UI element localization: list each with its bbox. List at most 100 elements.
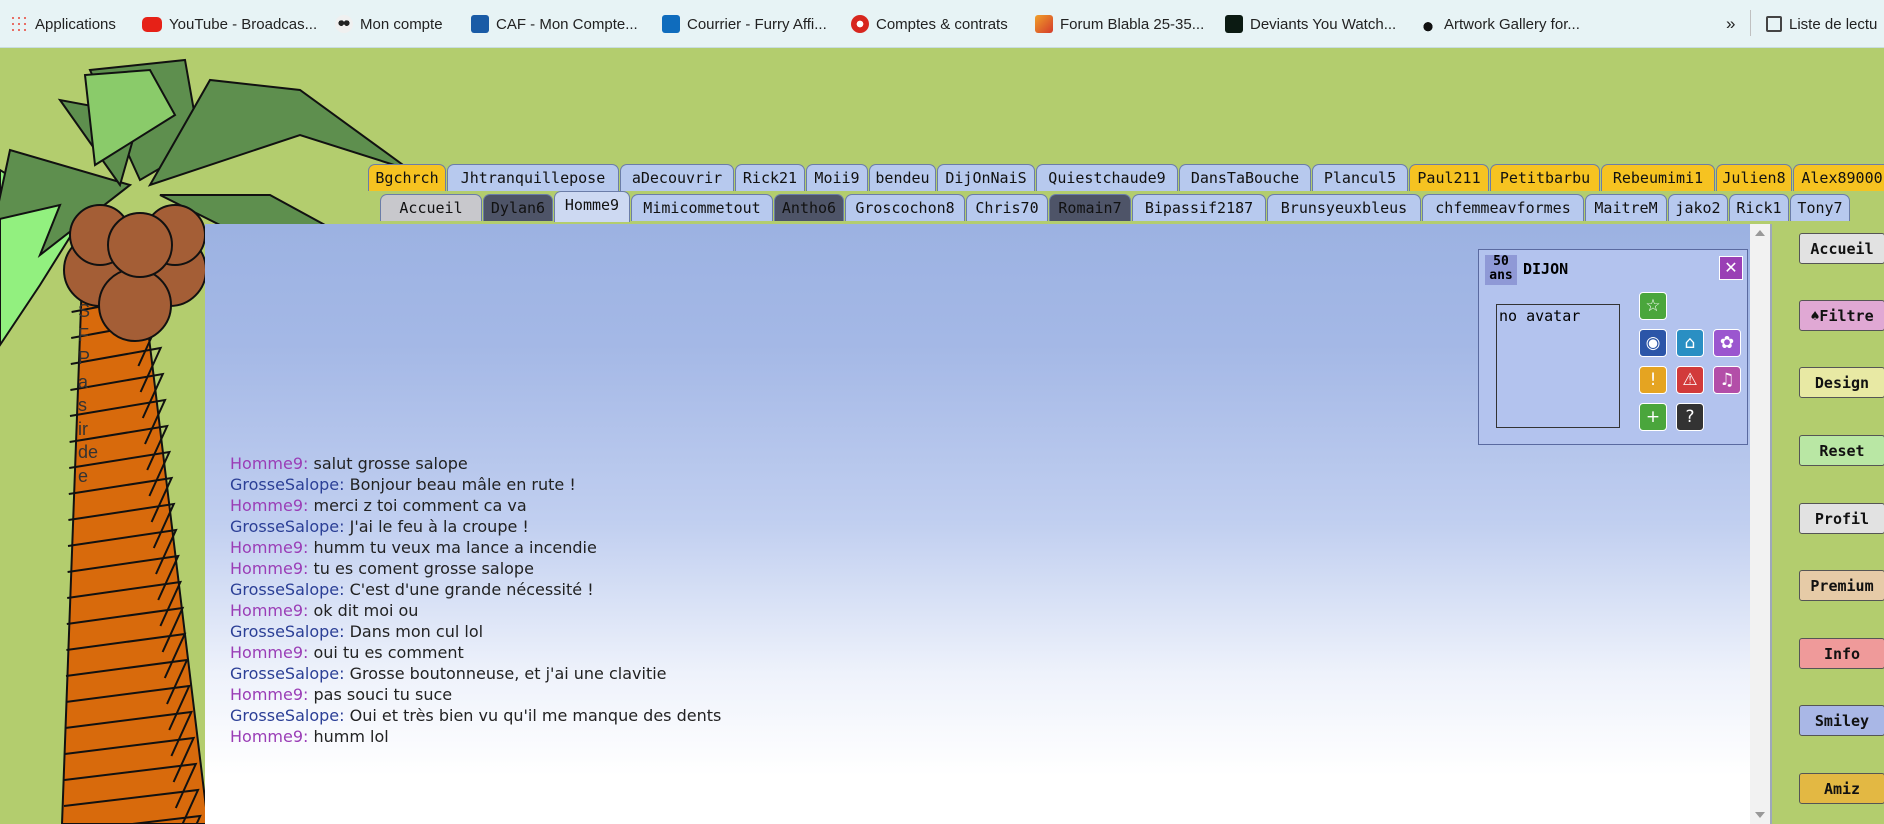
help-icon[interactable]: ? bbox=[1676, 403, 1704, 431]
tab-row2-12[interactable]: jako2 bbox=[1668, 194, 1728, 221]
contracts-icon bbox=[851, 15, 869, 33]
flower-icon[interactable]: ✿ bbox=[1713, 329, 1741, 357]
tab-row2-14[interactable]: Tony7 bbox=[1790, 194, 1850, 221]
tab-row1-9[interactable]: Plancul5 bbox=[1312, 164, 1408, 191]
tab-row2-2[interactable]: Homme9 bbox=[554, 191, 630, 222]
message-author[interactable]: Homme9: bbox=[230, 601, 308, 620]
message-author[interactable]: GrosseSalope: bbox=[230, 664, 345, 683]
sidebar-button-4[interactable]: Profil bbox=[1799, 503, 1884, 534]
warning-icon[interactable]: ⚠ bbox=[1676, 366, 1704, 394]
message-author[interactable]: Homme9: bbox=[230, 454, 308, 473]
sidebar-button-1[interactable]: ♠Filtre bbox=[1799, 300, 1884, 331]
add-friend-icon[interactable]: + bbox=[1639, 403, 1667, 431]
panda-icon bbox=[335, 15, 353, 33]
tab-row1-8[interactable]: DansTaBouche bbox=[1179, 164, 1311, 191]
sidebar-button-0[interactable]: Accueil bbox=[1799, 233, 1884, 264]
message-author[interactable]: GrosseSalope: bbox=[230, 517, 345, 536]
bookmarks-bar: Applications YouTube - Broadcas... Mon c… bbox=[0, 0, 1884, 48]
webcam-icon[interactable]: ◉ bbox=[1639, 329, 1667, 357]
message-author[interactable]: Homme9: bbox=[230, 643, 308, 662]
tab-row1-2[interactable]: aDecouvrir bbox=[620, 164, 734, 191]
bookmark-applications[interactable]: Applications bbox=[10, 12, 116, 36]
message-text: Bonjour beau mâle en rute ! bbox=[349, 475, 576, 494]
message-author[interactable]: Homme9: bbox=[230, 559, 308, 578]
tab-row2-5[interactable]: Groscochon8 bbox=[845, 194, 965, 221]
message-text: humm lol bbox=[313, 727, 389, 746]
tab-row1-10[interactable]: Paul211 bbox=[1409, 164, 1489, 191]
tab-row1-11[interactable]: Petitbarbu bbox=[1490, 164, 1600, 191]
tab-row2-9[interactable]: Brunsyeuxbleus bbox=[1267, 194, 1421, 221]
bookmarks-overflow-button[interactable]: » bbox=[1726, 12, 1735, 36]
tab-row1-13[interactable]: Julien8 bbox=[1716, 164, 1792, 191]
tab-row1-3[interactable]: Rick21 bbox=[735, 164, 805, 191]
tab-row1-0[interactable]: Bgchrch bbox=[368, 164, 446, 191]
message-author[interactable]: Homme9: bbox=[230, 685, 308, 704]
scroll-down-icon[interactable] bbox=[1755, 812, 1765, 818]
chat-scrollbar[interactable] bbox=[1750, 224, 1770, 824]
sidebar-button-8[interactable]: Amiz bbox=[1799, 773, 1884, 804]
chat-message: GrosseSalope: Oui et très bien vu qu'il … bbox=[230, 706, 721, 725]
bookmark-forum-blabla[interactable]: Forum Blabla 25-35... bbox=[1035, 12, 1204, 36]
tab-row1-4[interactable]: Moii9 bbox=[806, 164, 868, 191]
scroll-up-icon[interactable] bbox=[1755, 230, 1765, 236]
tab-row2-7[interactable]: Romain7 bbox=[1049, 194, 1131, 221]
message-author[interactable]: GrosseSalope: bbox=[230, 475, 345, 494]
chat-message: Homme9: humm lol bbox=[230, 727, 389, 746]
tab-row2-6[interactable]: Chris70 bbox=[966, 194, 1048, 221]
tab-row2-10[interactable]: chfemmeavformes bbox=[1422, 194, 1584, 221]
tab-row2-4[interactable]: Antho6 bbox=[774, 194, 844, 221]
message-author[interactable]: GrosseSalope: bbox=[230, 706, 345, 725]
profile-city: DIJON bbox=[1523, 260, 1569, 278]
message-author[interactable]: Homme9: bbox=[230, 496, 308, 515]
sidebar-button-5[interactable]: Premium bbox=[1799, 570, 1884, 601]
couch-icon[interactable]: ⌂ bbox=[1676, 329, 1704, 357]
sidebar-button-6[interactable]: Info bbox=[1799, 638, 1884, 669]
outlook-icon bbox=[662, 15, 680, 33]
tab-row1-12[interactable]: Rebeumimi1 bbox=[1601, 164, 1715, 191]
profile-card: 50 ans DIJON ✕ no avatar ☆ ◉ ⌂ ✿ ! ⚠ ♫ +… bbox=[1478, 249, 1748, 445]
chat-message: Homme9: salut grosse salope bbox=[230, 454, 468, 473]
tab-row1-14[interactable]: Alex89000 bbox=[1793, 164, 1884, 191]
chat-message: GrosseSalope: Grosse boutonneuse, et j'a… bbox=[230, 664, 667, 683]
message-author[interactable]: Homme9: bbox=[230, 727, 308, 746]
message-author[interactable]: GrosseSalope: bbox=[230, 580, 345, 599]
microphone-icon[interactable]: ♫ bbox=[1713, 366, 1741, 394]
bookmarks-divider bbox=[1750, 10, 1751, 36]
chat-message: Homme9: humm tu veux ma lance a incendie bbox=[230, 538, 597, 557]
tab-row1-7[interactable]: Quiestchaude9 bbox=[1036, 164, 1178, 191]
sidebar-button-7[interactable]: Smiley bbox=[1799, 705, 1884, 736]
tab-row1-5[interactable]: bendeu bbox=[869, 164, 936, 191]
bookmark-caf[interactable]: CAF - Mon Compte... bbox=[471, 12, 638, 36]
sidebar-button-2[interactable]: Design bbox=[1799, 367, 1884, 398]
bookmark-courrier[interactable]: Courrier - Furry Affi... bbox=[662, 12, 827, 36]
right-sidebar: Accueil ♠Filtre Design Reset Profil Premium In… bbox=[1770, 224, 1884, 824]
message-author[interactable]: GrosseSalope: bbox=[230, 622, 345, 641]
jv-icon bbox=[1035, 15, 1053, 33]
tab-row1-1[interactable]: Jhtranquillepose bbox=[447, 164, 619, 191]
paw-icon bbox=[1419, 15, 1437, 33]
tab-row2-3[interactable]: Mimicommetout bbox=[631, 194, 773, 221]
alert-circle-icon[interactable]: ! bbox=[1639, 366, 1667, 394]
chat-message: GrosseSalope: Dans mon cul lol bbox=[230, 622, 483, 641]
apps-grid-icon bbox=[10, 15, 28, 33]
bookmark-artwork-gallery[interactable]: Artwork Gallery for... bbox=[1419, 12, 1580, 36]
close-profile-button[interactable]: ✕ bbox=[1719, 256, 1743, 280]
tab-row2-11[interactable]: MaitreM bbox=[1585, 194, 1667, 221]
bookmark-mon-compte[interactable]: Mon compte bbox=[335, 12, 443, 36]
tab-row2-13[interactable]: Rick1 bbox=[1729, 194, 1789, 221]
tab-row1-6[interactable]: DijOnNaiS bbox=[937, 164, 1035, 191]
bookmark-deviants[interactable]: Deviants You Watch... bbox=[1225, 12, 1396, 36]
reading-list-button[interactable]: Liste de lectu bbox=[1766, 12, 1877, 36]
tab-row2-8[interactable]: Bipassif2187 bbox=[1132, 194, 1266, 221]
reading-list-icon bbox=[1766, 16, 1782, 32]
caf-icon bbox=[471, 15, 489, 33]
bookmark-youtube[interactable]: YouTube - Broadcas... bbox=[142, 12, 317, 36]
sidebar-button-3[interactable]: Reset bbox=[1799, 435, 1884, 466]
tab-row2-0[interactable]: Accueil bbox=[380, 194, 482, 221]
tab-row2-1[interactable]: Dylan6 bbox=[483, 194, 553, 221]
chat-message: GrosseSalope: J'ai le feu à la croupe ! bbox=[230, 517, 529, 536]
message-author[interactable]: Homme9: bbox=[230, 538, 308, 557]
favorite-star-icon[interactable]: ☆ bbox=[1639, 292, 1667, 320]
bookmark-comptes-contrats[interactable]: Comptes & contrats bbox=[851, 12, 1008, 36]
deviantart-icon bbox=[1225, 15, 1243, 33]
